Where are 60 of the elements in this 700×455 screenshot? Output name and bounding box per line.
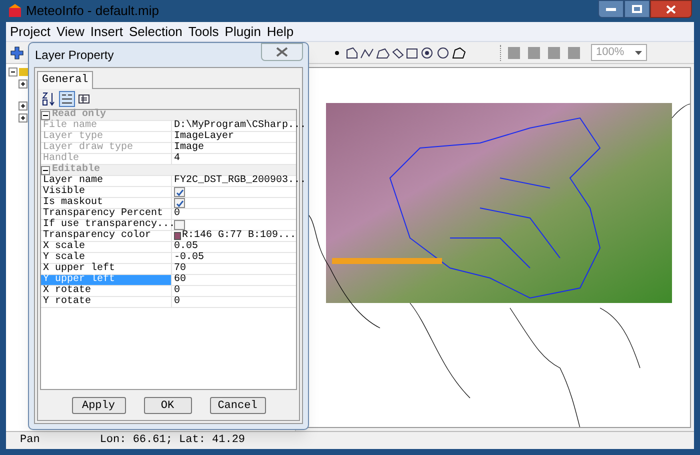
checkbox[interactable] [174,220,185,230]
status-mode: Pan [20,433,40,448]
close-icon [276,47,288,57]
property-name[interactable]: If use transparency... [41,220,172,230]
sort-alpha-icon[interactable] [42,92,56,106]
menu-item[interactable]: View [56,22,84,42]
menu-item[interactable]: Plugin [224,22,261,42]
property-name[interactable]: X rotate [41,286,172,296]
property-name[interactable]: X scale [41,242,172,252]
property-name[interactable]: Visible [41,187,172,197]
property-pages-icon[interactable] [78,93,90,105]
dialog-button[interactable]: OK [144,396,192,414]
property-name[interactable]: Y rotate [41,297,172,307]
menu-item[interactable]: Selection [128,22,182,42]
property-value: 0 [174,296,180,308]
group-header: Editable [52,164,100,175]
property-name[interactable]: Layer name [41,176,172,186]
property-value: Image [174,142,204,153]
property-value: D:\MyProgram\CSharp... [174,120,306,131]
property-value: ImageLayer [174,132,234,142]
dialog-button[interactable]: Cancel [210,396,266,414]
dialog-title: Layer Property [34,47,114,64]
app-icon [8,4,22,18]
status-position: Lon: 66.61; Lat: 41.29 [100,433,246,448]
property-name[interactable]: Y scale [41,253,172,263]
property-value: 4 [174,154,180,164]
property-value: -0.05 [174,252,204,263]
maximize-button[interactable] [624,0,650,18]
checkbox[interactable] [174,198,185,208]
property-value: 0 [174,208,180,220]
property-value: 60 [174,274,186,286]
categorized-icon[interactable] [59,91,75,107]
group-header: Read only [52,110,106,120]
menu-item[interactable]: Project [10,22,50,42]
dialog-button[interactable]: Apply [72,396,126,414]
minimize-icon [606,8,616,10]
minimize-button[interactable] [598,0,624,18]
maximize-icon [632,5,642,13]
checkbox[interactable] [174,187,185,197]
menu-item[interactable]: Tools [188,22,219,42]
menu-item[interactable]: Help [266,22,294,42]
property-value: 0 [174,286,180,296]
close-button[interactable] [261,43,303,61]
property-value: FY2C_DST_RGB_200903... [174,176,306,186]
property-value: R:146 G:77 B:109... [182,230,296,241]
add-layer-icon[interactable] [10,46,24,60]
caret-icon [635,50,642,54]
property-name[interactable]: Transparency color [41,231,172,241]
window-title: MeteoInfo - default.mip [26,2,159,20]
property-value: 70 [174,264,186,274]
tab[interactable]: General [37,71,94,89]
menu-item[interactable]: Insert [90,22,123,42]
collapse-icon[interactable] [41,110,50,120]
property-name[interactable]: Is maskout [41,198,172,208]
property-name[interactable]: X upper left [41,264,172,274]
property-value: 0.05 [174,242,198,252]
property-name[interactable]: Transparency Percent [41,209,172,219]
close-icon [666,4,676,14]
collapse-icon[interactable] [41,166,50,174]
close-button[interactable] [650,0,692,18]
